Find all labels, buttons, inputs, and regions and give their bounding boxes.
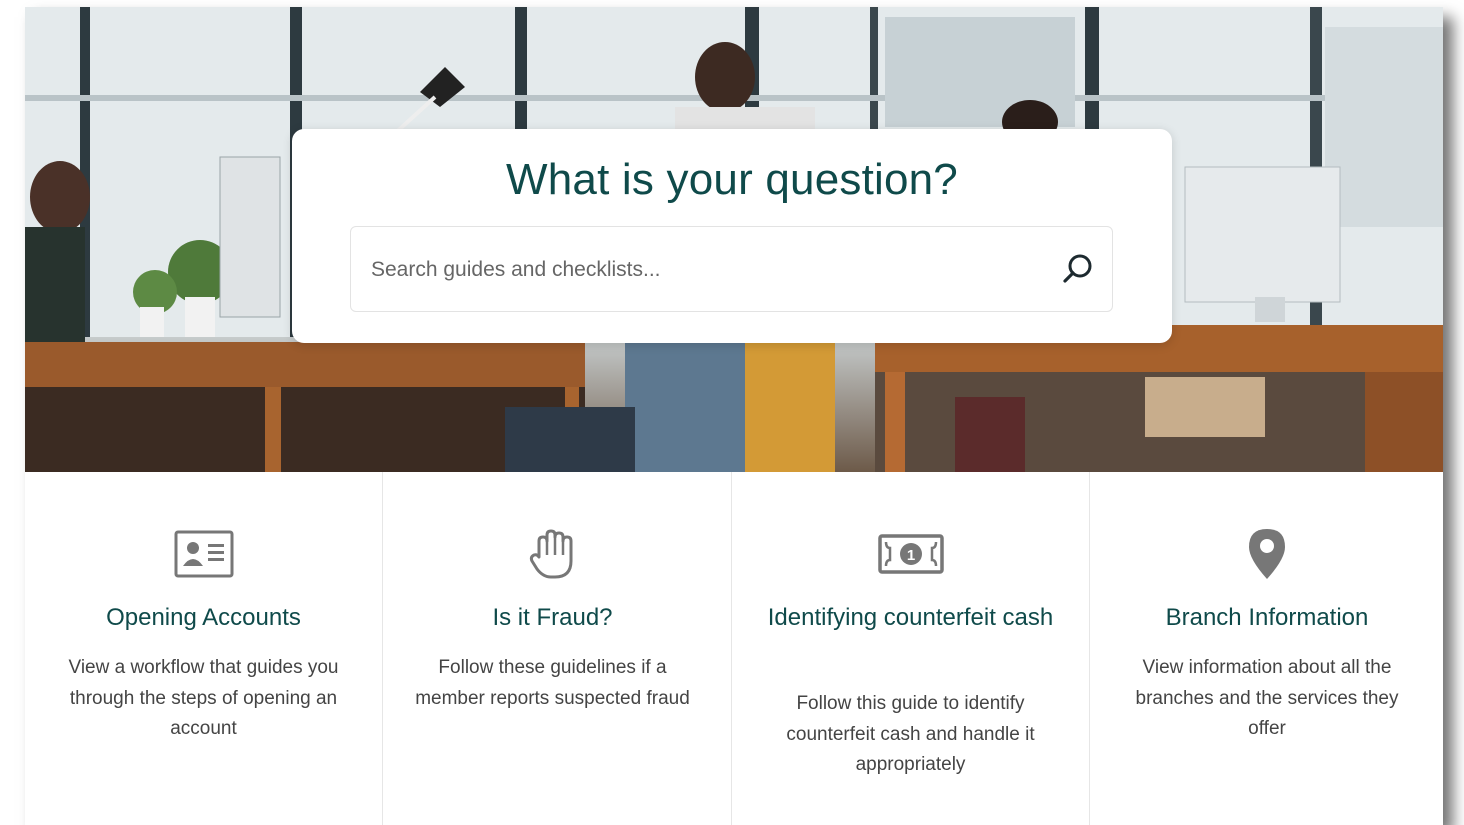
id-card-icon (174, 530, 233, 578)
card-description: View information about all the branches … (1135, 657, 1399, 739)
page: What is your question? Search guides and… (25, 7, 1443, 825)
search-button[interactable] (1058, 249, 1098, 289)
card-title: Opening Accounts (106, 604, 301, 631)
search-heading: What is your question? (506, 155, 958, 204)
card-title: Identifying counterfeit cash (767, 604, 1054, 631)
raised-hand-icon (529, 529, 572, 579)
search-icon (1063, 254, 1092, 283)
card-title: Branch Information (1165, 604, 1369, 631)
search-panel: What is your question? (292, 129, 1172, 343)
card-counterfeit-cash[interactable]: 1 Identifying counterfeit cash Follow th… (732, 472, 1090, 825)
card-description: Follow this guide to identify counterfei… (786, 693, 1035, 775)
svg-text:1: 1 (906, 547, 914, 564)
card-is-it-fraud[interactable]: Is it Fraud? Follow these guidelines if … (374, 472, 732, 825)
search-input[interactable] (369, 227, 1033, 313)
hero-banner: What is your question? (25, 7, 1443, 472)
guide-cards: Opening Accounts View a workflow that gu… (25, 472, 1443, 825)
search-box[interactable] (350, 226, 1113, 313)
card-description: Follow these guidelines if a member repo… (415, 657, 690, 709)
card-description: View a workflow that guides you through … (68, 657, 339, 739)
card-branch-information[interactable]: Branch Information View information abou… (1091, 472, 1443, 825)
map-pin-icon (1249, 529, 1285, 579)
banknote-icon: 1 (877, 534, 944, 574)
card-opening-accounts[interactable]: Opening Accounts View a workflow that gu… (25, 472, 383, 825)
card-title: Is it Fraud? (492, 604, 613, 631)
